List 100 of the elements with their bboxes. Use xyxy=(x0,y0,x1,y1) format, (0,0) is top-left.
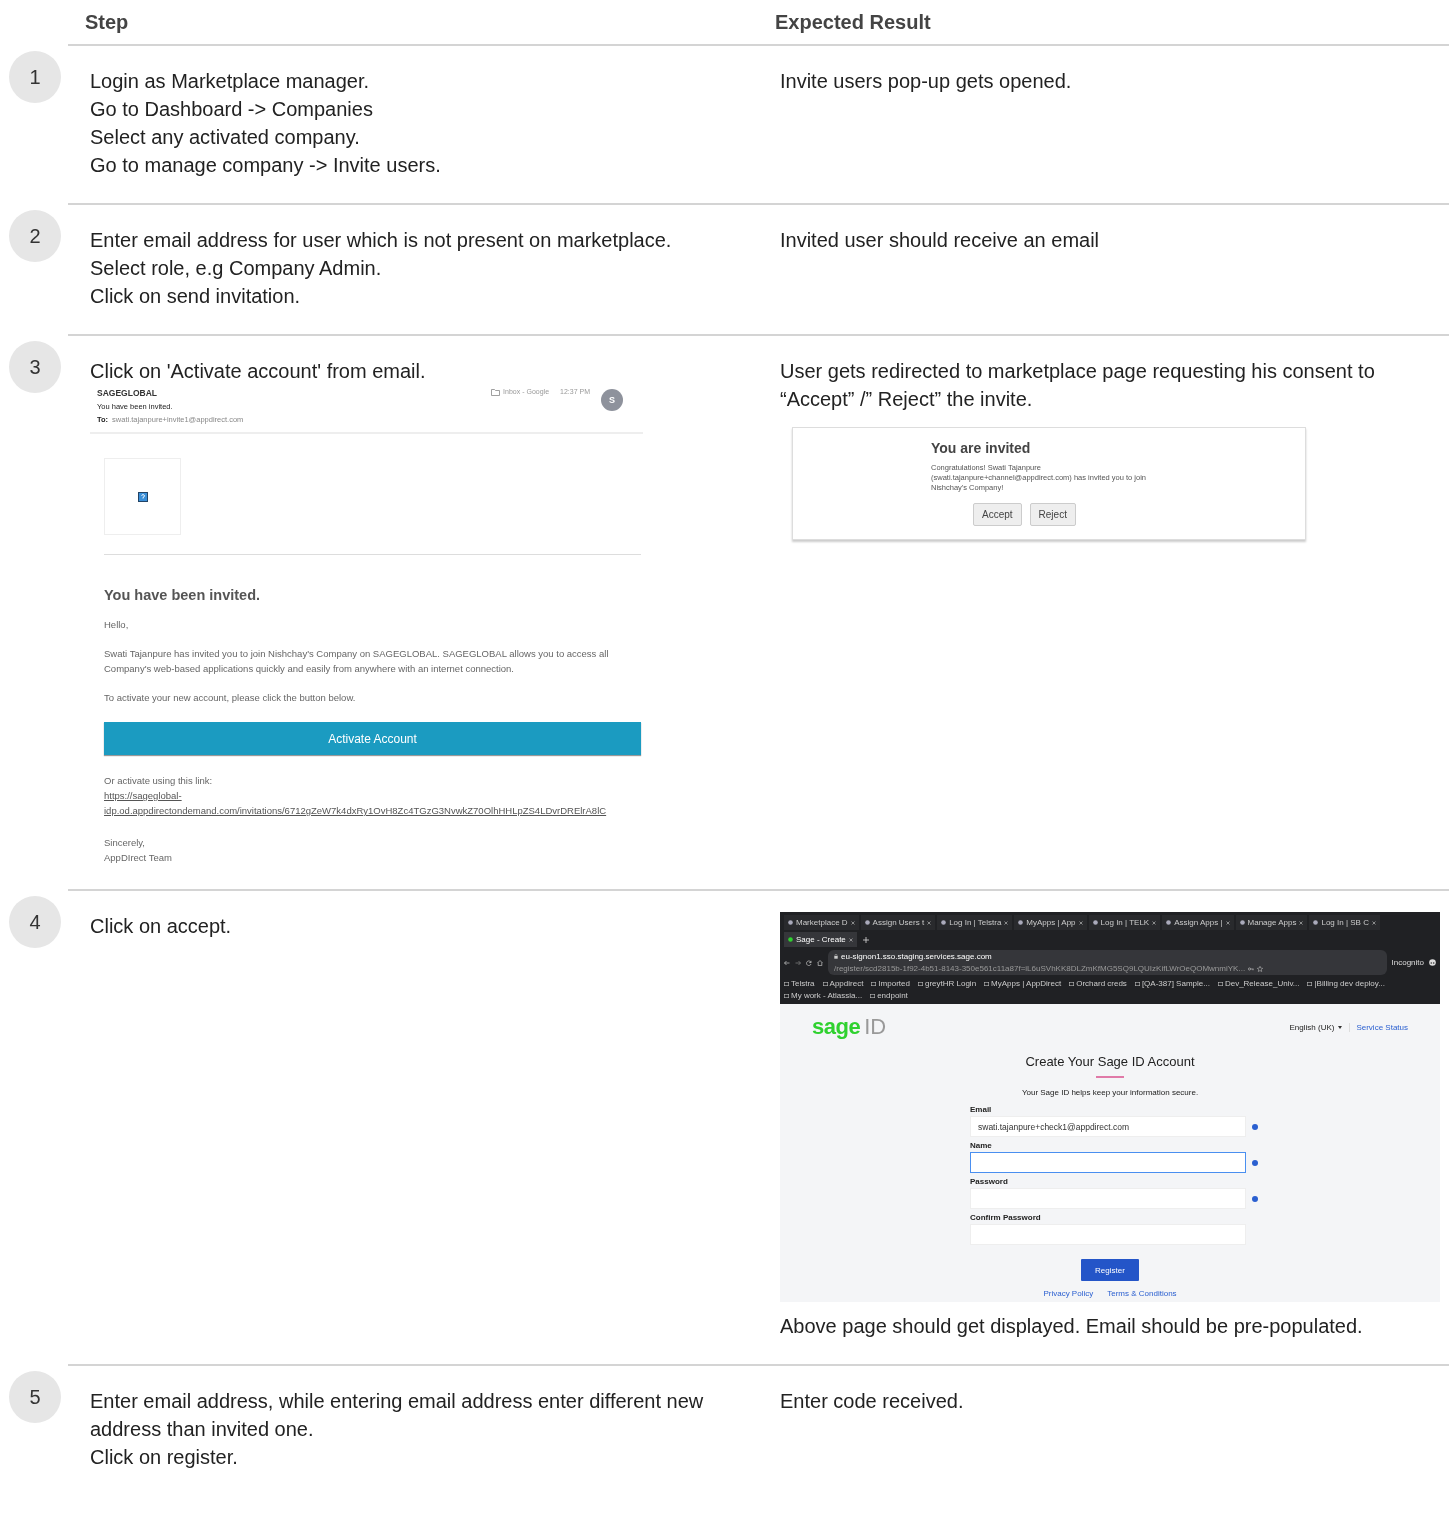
close-icon[interactable] xyxy=(848,937,853,942)
step-text: Click on 'Activate account' from email. xyxy=(90,359,427,384)
expected-text: User gets redirected to marketplace page requesting his consent to “Accept” /” Reject” the invite. xyxy=(780,359,1376,412)
bookmark-item[interactable]: Appdirect xyxy=(822,979,864,988)
browser-tab[interactable]: Manage Apps xyxy=(1235,915,1308,930)
activation-link[interactable]: idp.od.appdirectondemand.com/invitations/6712gZeW7k4dxRy1OvH8Zc4TGzG3NvwkZ70OlhHHLpZS4LDvrDRElrA8lC xyxy=(104,803,607,818)
broken-image-icon xyxy=(137,491,148,502)
close-icon[interactable] xyxy=(850,920,855,925)
expected-text: Invite users pop-up gets opened. xyxy=(780,69,1073,94)
form-subtitle: Your Sage ID helps keep your information secure. xyxy=(1020,1088,1200,1097)
step-text: Click on accept. xyxy=(90,914,233,939)
field-label: Name xyxy=(970,1141,993,1150)
bookmark-item[interactable]: Telstra xyxy=(784,979,815,988)
forward-arrow-icon[interactable] xyxy=(795,959,801,966)
column-header: Expected Result xyxy=(774,10,932,34)
email-signoff: AppDIrect Team xyxy=(104,851,173,865)
reject-button[interactable]: Reject xyxy=(1029,503,1076,526)
incognito-icon[interactable] xyxy=(1429,959,1436,966)
email-paragraph: To activate your new account, please click the button below. xyxy=(104,691,357,705)
bookmark-item[interactable]: [QA-387] Sample... xyxy=(1134,979,1210,988)
key-icon[interactable] xyxy=(1248,966,1255,971)
email-sender: SAGEGLOBAL xyxy=(97,388,158,398)
favicon-icon xyxy=(788,920,793,925)
favicon-icon xyxy=(1166,920,1172,925)
browser-tab[interactable]: Assign Users t xyxy=(860,915,936,930)
close-icon[interactable] xyxy=(1004,920,1009,925)
home-icon[interactable] xyxy=(817,959,823,966)
close-icon[interactable] xyxy=(927,920,932,925)
star-icon[interactable] xyxy=(1257,965,1264,972)
bookmark-icon xyxy=(984,981,990,986)
bookmark-item[interactable]: Dev_Release_Univ... xyxy=(1217,979,1300,988)
favicon-icon xyxy=(788,937,793,942)
step-number: 3 xyxy=(9,341,61,393)
bookmark-item[interactable]: Orchard creds xyxy=(1069,979,1127,988)
step-text: Go to Dashboard -> Companies xyxy=(90,97,374,122)
email-signoff: Sincerely, xyxy=(104,836,146,850)
browser-tab[interactable]: Marketplace D xyxy=(784,915,859,930)
footer-link[interactable]: Privacy Policy xyxy=(1043,1289,1094,1298)
bookmark-item[interactable]: endpoint xyxy=(870,991,908,1000)
back-arrow-icon[interactable] xyxy=(784,959,790,966)
bookmark-icon xyxy=(917,981,923,986)
step-text: Click on register. xyxy=(90,1445,239,1470)
step-text: Enter email address, while entering email address enter different new address than invited one. xyxy=(90,1389,705,1442)
input-field[interactable] xyxy=(970,1152,1246,1173)
close-icon[interactable] xyxy=(1299,920,1304,925)
expected-text: Invited user should receive an email xyxy=(780,228,1101,253)
bookmark-item[interactable]: Imported xyxy=(871,979,910,988)
sender-avatar: S xyxy=(601,389,623,411)
email-paragraph: Or activate using this link: xyxy=(104,774,214,788)
expected-text: Above page should get displayed. Email should be pre-populated. xyxy=(780,1314,1364,1339)
footer-link[interactable]: Terms & Conditions xyxy=(1107,1289,1177,1298)
bookmark-icon xyxy=(822,981,828,986)
close-icon[interactable] xyxy=(1225,920,1230,925)
folder-icon xyxy=(491,389,501,396)
bookmark-icon xyxy=(1069,981,1075,986)
browser-tab[interactable]: Log In | SB C xyxy=(1309,915,1380,930)
browser-tab[interactable]: Assign Apps | xyxy=(1162,915,1234,930)
favicon-icon xyxy=(864,920,870,925)
sage-id-logo: sage ID xyxy=(812,1014,887,1040)
lock-icon xyxy=(834,954,838,959)
step-text: Go to manage company -> Invite users. xyxy=(90,153,442,178)
activation-link[interactable]: https://sageglobal- xyxy=(104,788,182,803)
close-icon[interactable] xyxy=(1152,920,1157,925)
bookmark-item[interactable]: My work - Atlassia... xyxy=(784,991,863,1000)
field-label: Confirm Password xyxy=(970,1213,1042,1222)
browser-tab[interactable]: MyApps | App xyxy=(1014,915,1087,930)
step-number: 4 xyxy=(9,896,61,948)
email-paragraph: Swati Tajanpure has invited you to join Nishchay's Company on SAGEGLOBAL. SAGEGLOBAL allows you to access all Company's web-based applications quickly and easily from anywhere with an internet connection. xyxy=(104,647,610,676)
caret-icon[interactable] xyxy=(1338,1025,1343,1029)
new-tab-icon[interactable] xyxy=(862,936,869,943)
bookmark-icon xyxy=(784,993,789,998)
profile-label: Incognito xyxy=(1391,958,1424,967)
close-icon[interactable] xyxy=(1078,920,1083,925)
browser-tab[interactable]: Log In | Telstra xyxy=(937,915,1013,930)
bookmark-icon xyxy=(1307,981,1313,986)
help-icon[interactable] xyxy=(1252,1195,1258,1202)
reload-icon[interactable] xyxy=(806,959,812,966)
close-icon[interactable] xyxy=(1371,920,1376,925)
bookmark-item[interactable]: MyApps | AppDirect xyxy=(984,979,1062,988)
column-header: Step xyxy=(84,10,130,34)
bookmark-icon xyxy=(784,981,789,986)
service-status-link[interactable]: Service Status xyxy=(1349,1022,1408,1032)
email-heading: You have been invited. xyxy=(104,587,262,603)
address-bar[interactable]: eu-signon1.sso.staging.services.sage.com /register/scd2815b-1f92-4b51-8143-350e561c11a87f=iL6uSVhKK8DLZmKfMG5SQ9LQUIzKifLWrOeQOMwnmiYK... xyxy=(828,950,1387,975)
favicon-icon xyxy=(941,920,947,925)
register-button[interactable]: Register xyxy=(1081,1259,1139,1281)
browser-tab[interactable]: Sage - Create xyxy=(784,932,857,947)
favicon-icon xyxy=(1092,920,1098,925)
accept-button[interactable]: Accept xyxy=(973,503,1022,526)
bookmark-item[interactable]: greytHR Login xyxy=(917,979,977,988)
step-number: 1 xyxy=(9,51,61,103)
language-selector[interactable]: English (UK) xyxy=(1289,1022,1335,1032)
browser-tab[interactable]: Log In | TELK xyxy=(1088,915,1161,930)
help-icon[interactable] xyxy=(1252,1159,1258,1166)
help-icon[interactable] xyxy=(1252,1123,1258,1130)
input-field[interactable]: swati.tajanpure+check1@appdirect.com xyxy=(970,1116,1246,1137)
bookmark-item[interactable]: |Billing dev deploy... xyxy=(1307,979,1385,988)
bookmark-icon xyxy=(871,981,877,986)
form-title: Create Your Sage ID Account xyxy=(1024,1054,1196,1069)
step-text: Enter email address for user which is not present on marketplace. xyxy=(90,228,673,253)
